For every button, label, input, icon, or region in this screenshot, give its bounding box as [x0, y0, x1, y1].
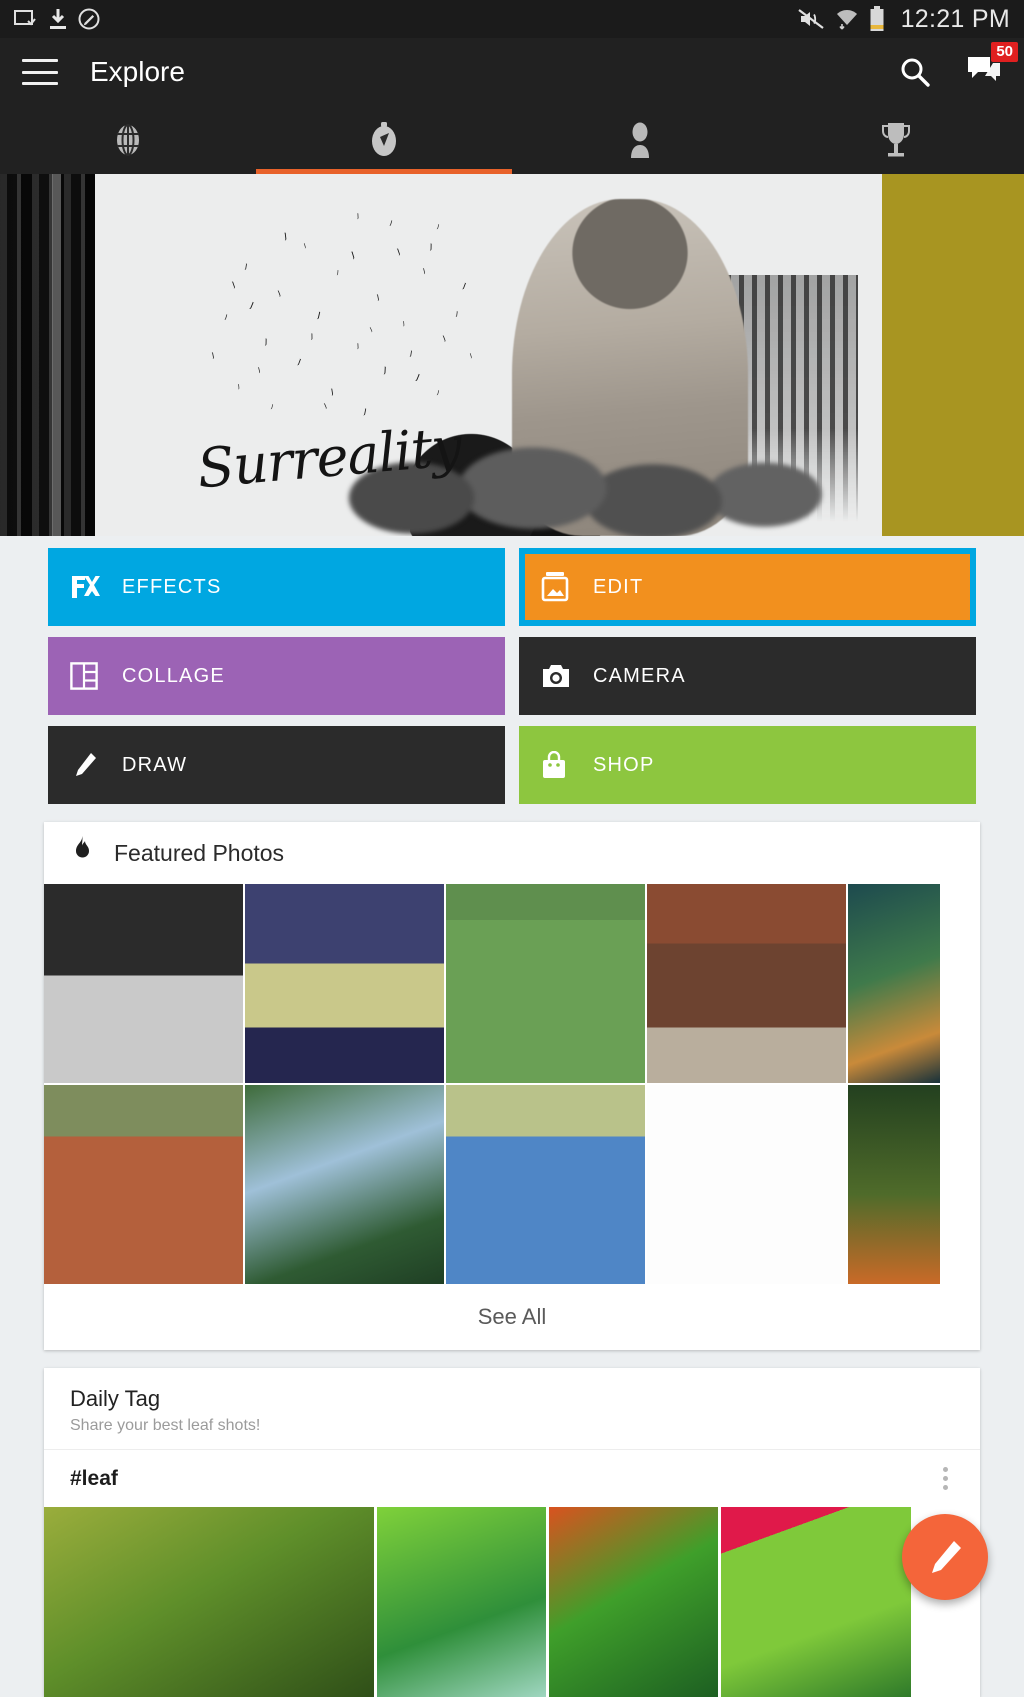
- brush-icon: [70, 751, 110, 779]
- photo-wooden-door[interactable]: [647, 884, 846, 1083]
- tab-bar: [0, 106, 1024, 174]
- status-bar: 12:21 PM: [0, 0, 1024, 38]
- daily-tag-header: Daily Tag Share your best leaf shots!: [44, 1368, 980, 1449]
- download-icon: [50, 9, 66, 29]
- fx-icon: [70, 574, 110, 600]
- camera-icon: [541, 663, 581, 689]
- status-bar-right-icons: 12:21 PM: [797, 5, 1010, 34]
- hero-slide-previous[interactable]: [0, 174, 95, 536]
- page-title: Explore: [90, 56, 185, 87]
- photo-bw-rocks[interactable]: [44, 884, 243, 1083]
- featured-photos-title: Featured Photos: [114, 839, 285, 866]
- tab-contests[interactable]: [768, 106, 1024, 174]
- leaf-green-fern[interactable]: [377, 1507, 546, 1697]
- featured-photos-header: Featured Photos: [44, 822, 980, 884]
- featured-photo-row-1[interactable]: [44, 884, 980, 1083]
- action-tiles: EFFECTS EDIT COLLAGE CAMERA DRAW SHOP: [0, 536, 1024, 804]
- camera-button[interactable]: CAMERA: [519, 637, 976, 715]
- edit-label: EDIT: [593, 575, 644, 598]
- pencil-icon: [932, 1541, 961, 1573]
- photo-blue-castle[interactable]: [245, 884, 444, 1083]
- hero-slide-next[interactable]: [882, 174, 1024, 536]
- hero-carousel[interactable]: ⱜⱜⱜⱜⱜⱜⱜⱜⱜⱜⱜⱜⱜⱜⱜⱜⱜⱜⱜⱜⱜⱜⱜⱜⱜⱜⱜⱜⱜⱜⱜⱜⱜⱜⱜⱜⱜⱜ S…: [0, 174, 1024, 536]
- search-icon[interactable]: [898, 55, 932, 89]
- photo-red-soil-sprout[interactable]: [44, 1085, 243, 1284]
- hero-birds-art: ⱜⱜⱜⱜⱜⱜⱜⱜⱜⱜⱜⱜⱜⱜⱜⱜⱜⱜⱜⱜⱜⱜⱜⱜⱜⱜⱜⱜⱜⱜⱜⱜⱜⱜⱜⱜⱜⱜ: [211, 211, 473, 420]
- camera-label: CAMERA: [593, 664, 686, 687]
- photo-glass-sphere[interactable]: [245, 1085, 444, 1284]
- photo-bird-nest[interactable]: [647, 1085, 846, 1284]
- featured-photo-row-2[interactable]: [44, 1085, 980, 1284]
- shop-label: SHOP: [593, 753, 655, 776]
- edit-circle-icon: [78, 8, 100, 30]
- tab-profile[interactable]: [512, 106, 768, 174]
- daily-tag-subtitle: Share your best leaf shots!: [70, 1417, 261, 1434]
- photo-soccer[interactable]: [446, 884, 645, 1083]
- hero-slide-current[interactable]: ⱜⱜⱜⱜⱜⱜⱜⱜⱜⱜⱜⱜⱜⱜⱜⱜⱜⱜⱜⱜⱜⱜⱜⱜⱜⱜⱜⱜⱜⱜⱜⱜⱜⱜⱜⱜⱜⱜ S…: [95, 174, 882, 536]
- photo-icon: [541, 572, 581, 602]
- kebab-icon[interactable]: [937, 1461, 954, 1496]
- app-bar: Explore 50: [0, 38, 1024, 106]
- draw-button[interactable]: DRAW: [48, 726, 505, 804]
- tab-world[interactable]: [0, 106, 256, 174]
- daily-tag-photo-row[interactable]: [44, 1507, 980, 1697]
- globe-icon: [117, 124, 139, 156]
- hamburger-icon[interactable]: [22, 59, 58, 85]
- featured-photos-card: Featured Photos See All: [44, 822, 980, 1350]
- effects-button[interactable]: EFFECTS: [48, 548, 505, 626]
- app-bar-actions: 50: [898, 41, 1018, 91]
- photo-fence-sky[interactable]: [446, 1085, 645, 1284]
- flame-icon: [70, 835, 94, 871]
- wifi-icon: [836, 10, 857, 30]
- collage-label: COLLAGE: [122, 664, 225, 687]
- photo-orange-flower[interactable]: [848, 1085, 940, 1284]
- leaf-dewdrops[interactable]: [44, 1507, 374, 1697]
- leaf-red-flower[interactable]: [721, 1507, 911, 1697]
- mute-icon: [797, 9, 824, 29]
- screenshot-icon: [14, 10, 36, 26]
- messages-badge: 50: [991, 41, 1018, 62]
- draw-label: DRAW: [122, 753, 188, 776]
- bag-icon: [541, 751, 581, 779]
- daily-tag-name: #leaf: [70, 1466, 118, 1490]
- effects-label: EFFECTS: [122, 575, 222, 598]
- create-fab[interactable]: [902, 1514, 988, 1600]
- daily-tag-card: Daily Tag Share your best leaf shots! #l…: [44, 1368, 980, 1697]
- status-bar-clock: 12:21 PM: [900, 4, 1010, 33]
- see-all-button[interactable]: See All: [44, 1284, 980, 1350]
- collage-icon: [70, 662, 110, 690]
- battery-icon: [870, 6, 884, 31]
- person-icon: [631, 122, 649, 158]
- trophy-icon: [882, 123, 910, 157]
- status-bar-left-icons: [14, 8, 100, 30]
- edit-button[interactable]: EDIT: [519, 548, 976, 626]
- collage-button[interactable]: COLLAGE: [48, 637, 505, 715]
- daily-tag-row[interactable]: #leaf: [44, 1449, 980, 1507]
- daily-tag-title: Daily Tag: [70, 1386, 161, 1411]
- photo-teal-abstract[interactable]: [848, 884, 940, 1083]
- messages-button[interactable]: 50: [966, 41, 1018, 91]
- tab-explore[interactable]: [256, 106, 512, 174]
- shop-button[interactable]: SHOP: [519, 726, 976, 804]
- leaf-water-ring[interactable]: [549, 1507, 718, 1697]
- compass-icon: [372, 122, 396, 156]
